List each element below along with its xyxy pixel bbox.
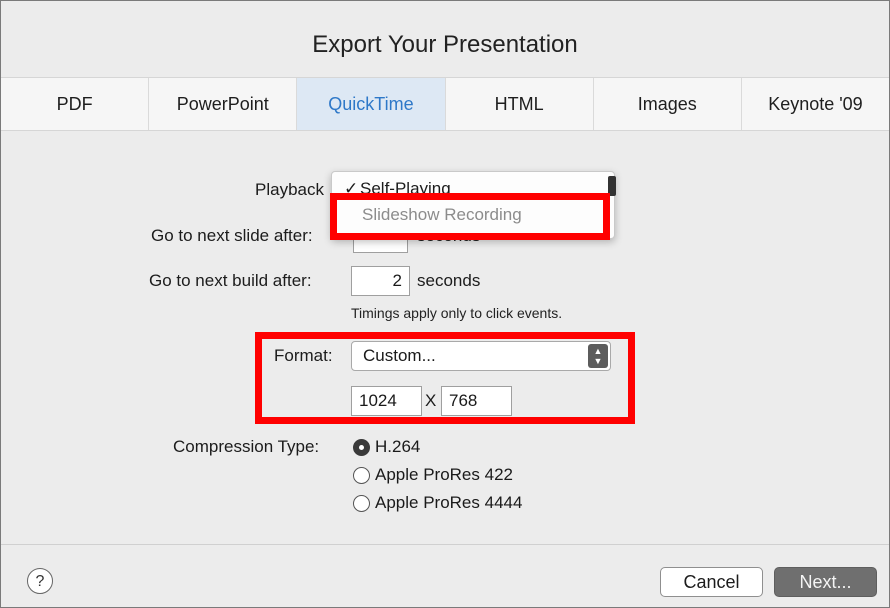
next-build-unit: seconds bbox=[417, 271, 481, 290]
tab-images[interactable]: Images bbox=[594, 78, 742, 130]
timing-hint: Timings apply only to click events. bbox=[351, 305, 563, 321]
highlight-box-slideshow-recording bbox=[330, 193, 610, 240]
radio-unselected-icon bbox=[353, 494, 370, 512]
next-build-label: Go to next build after: bbox=[149, 271, 312, 290]
tab-pdf[interactable]: PDF bbox=[1, 78, 150, 130]
radio-option-prores-4444[interactable]: Apple ProRes 4444 bbox=[353, 493, 522, 513]
radio-option-prores-422[interactable]: Apple ProRes 422 bbox=[353, 465, 513, 485]
radio-option-prores-422-label: Apple ProRes 422 bbox=[375, 465, 513, 484]
radio-option-prores-4444-label: Apple ProRes 4444 bbox=[375, 493, 523, 512]
export-dialog: Export Your Presentation PDF PowerPoint … bbox=[0, 0, 890, 608]
next-build-seconds-field[interactable]: 2 bbox=[351, 266, 410, 296]
highlight-box-format bbox=[255, 332, 635, 424]
compression-label: Compression Type: bbox=[173, 437, 320, 456]
tab-quicktime[interactable]: QuickTime bbox=[297, 78, 446, 130]
help-button[interactable]: ? bbox=[27, 568, 53, 594]
radio-option-h264-label: H.264 bbox=[375, 437, 421, 456]
export-format-tabs: PDF PowerPoint QuickTime HTML Images Key… bbox=[1, 77, 889, 131]
radio-unselected-icon bbox=[353, 466, 370, 484]
tab-powerpoint[interactable]: PowerPoint bbox=[149, 78, 298, 130]
tab-keynote-09[interactable]: Keynote '09 bbox=[742, 78, 889, 130]
radio-option-h264[interactable]: H.264 bbox=[353, 437, 420, 457]
playback-label: Playback bbox=[255, 180, 324, 199]
dialog-title: Export Your Presentation bbox=[312, 31, 578, 58]
next-button[interactable]: Next... bbox=[774, 567, 877, 597]
tab-html[interactable]: HTML bbox=[446, 78, 594, 130]
cancel-button[interactable]: Cancel bbox=[660, 567, 763, 597]
radio-selected-icon bbox=[353, 438, 370, 456]
next-slide-label: Go to next slide after: bbox=[151, 226, 313, 245]
footer-divider bbox=[1, 544, 889, 545]
